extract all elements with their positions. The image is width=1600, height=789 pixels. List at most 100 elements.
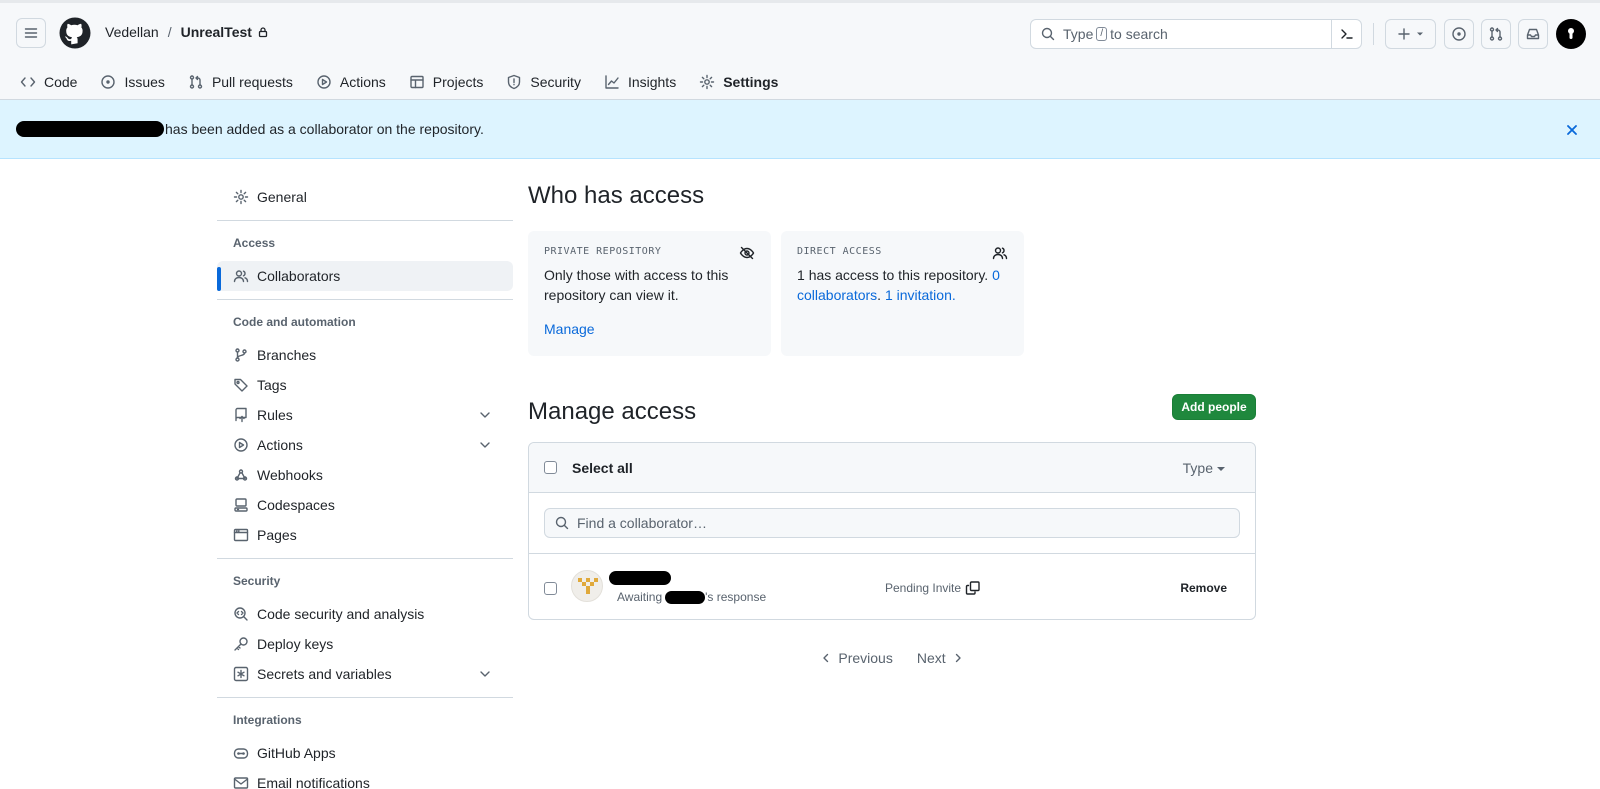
sidebar-item-label: Secrets and variables <box>257 666 392 682</box>
tab-label: Settings <box>723 74 779 90</box>
sidebar-item-branches[interactable]: Branches <box>217 340 513 370</box>
inbox-icon <box>1526 28 1540 40</box>
select-all-label[interactable]: Select all <box>572 460 633 476</box>
mail-icon <box>233 777 249 789</box>
tab-label: Issues <box>124 74 165 90</box>
sidebar-item-actions[interactable]: Actions <box>217 430 513 460</box>
chevron-right-icon <box>955 653 961 663</box>
table-icon <box>410 75 424 89</box>
find-collaborator-placeholder: Find a collaborator… <box>577 515 707 531</box>
redacted-username <box>16 121 164 137</box>
command-palette-button[interactable] <box>1331 20 1361 48</box>
issues-button[interactable] <box>1444 19 1474 49</box>
awaiting-label: Awaiting <box>617 590 663 604</box>
sidebar-heading-integrations: Integrations <box>233 713 302 727</box>
next-page-button[interactable]: Next <box>911 650 970 666</box>
avatar-figure-icon <box>1568 28 1574 39</box>
browser-icon <box>233 528 249 542</box>
user-avatar[interactable] <box>1556 19 1586 49</box>
sidebar-item-pages[interactable]: Pages <box>217 520 513 550</box>
search-icon <box>555 516 569 530</box>
collaborators-table: Select all Type Find a collaborator… Awa… <box>528 442 1256 620</box>
people-icon <box>992 247 1008 260</box>
add-people-button[interactable]: Add people <box>1172 394 1256 420</box>
tab-insights[interactable]: Insights <box>594 61 686 103</box>
sidebar-item-secrets[interactable]: Secrets and variables <box>217 659 513 689</box>
sidebar-item-label: Email notifications <box>257 775 370 789</box>
tab-code[interactable]: Code <box>10 61 87 103</box>
menu-button[interactable] <box>16 18 46 48</box>
chevron-down-icon[interactable] <box>477 407 493 423</box>
issue-opened-icon <box>1452 27 1466 41</box>
header-divider <box>1373 23 1374 45</box>
chevron-down-icon[interactable] <box>477 666 493 682</box>
invite-status-text: Awaiting 's response <box>617 590 766 604</box>
sidebar-item-webhooks[interactable]: Webhooks <box>217 460 513 490</box>
copy-icon[interactable] <box>965 580 981 596</box>
sidebar-item-label: Collaborators <box>257 268 341 284</box>
tab-actions[interactable]: Actions <box>306 61 396 103</box>
graph-icon <box>605 75 619 89</box>
triangle-down-icon <box>1416 32 1423 36</box>
tab-pull-requests[interactable]: Pull requests <box>178 61 303 103</box>
card-description: 1 has access to this repository. 0 colla… <box>797 265 1008 305</box>
asterisk-icon <box>233 666 249 682</box>
sidebar-item-collaborators[interactable]: Collaborators <box>217 261 513 291</box>
row-checkbox[interactable] <box>544 582 557 595</box>
table-row: Awaiting 's response Pending Invite Remo… <box>529 554 1255 619</box>
previous-label: Previous <box>838 650 893 666</box>
search-shortcut-key: / <box>1096 27 1108 41</box>
close-icon[interactable] <box>1564 122 1580 138</box>
repo-name-link[interactable]: UnrealTest <box>181 24 252 40</box>
invitations-count-link[interactable]: 1 invitation <box>885 287 952 303</box>
sidebar-item-codespaces[interactable]: Codespaces <box>217 490 513 520</box>
select-all-checkbox[interactable] <box>544 461 557 474</box>
github-logo-icon[interactable] <box>59 17 91 49</box>
find-collaborator-input[interactable]: Find a collaborator… <box>544 508 1240 538</box>
inbox-button[interactable] <box>1518 19 1548 49</box>
sidebar-item-label: Webhooks <box>257 467 323 483</box>
git-pull-request-icon <box>1489 27 1503 41</box>
tab-security[interactable]: Security <box>496 61 591 103</box>
collaborator-avatar[interactable] <box>571 570 603 602</box>
pull-request-icon <box>189 75 203 89</box>
previous-page-button[interactable]: Previous <box>814 650 898 666</box>
type-filter-dropdown[interactable]: Type <box>1183 460 1225 476</box>
breadcrumb-separator: / <box>167 24 172 40</box>
punct: . <box>951 287 956 303</box>
sidebar-item-code-security[interactable]: Code security and analysis <box>217 599 513 629</box>
gear-icon <box>233 189 249 205</box>
pull-requests-button[interactable] <box>1481 19 1511 49</box>
repo-push-icon <box>235 407 247 423</box>
sidebar-item-github-apps[interactable]: GitHub Apps <box>217 738 513 768</box>
redacted-collaborator-name <box>609 571 671 585</box>
chevron-down-icon[interactable] <box>477 437 493 453</box>
settings-main: Who has access PRIVATE REPOSITORY Only t… <box>528 182 1256 666</box>
tab-issues[interactable]: Issues <box>90 61 174 103</box>
sidebar-heading-code-automation: Code and automation <box>233 315 356 329</box>
sidebar-item-deploy-keys[interactable]: Deploy keys <box>217 629 513 659</box>
punct: . <box>877 287 882 303</box>
hamburger-icon <box>24 28 38 38</box>
manage-visibility-link[interactable]: Manage <box>544 321 595 337</box>
tab-projects[interactable]: Projects <box>399 61 494 103</box>
sidebar-item-label: GitHub Apps <box>257 745 336 761</box>
create-new-button[interactable] <box>1385 19 1436 49</box>
repo-nav-tabs: Code Issues Pull requests Actions Projec… <box>0 61 789 104</box>
search-input[interactable]: Type / to search <box>1030 19 1362 49</box>
remove-collaborator-button[interactable]: Remove <box>1180 581 1227 595</box>
sidebar-item-rules[interactable]: Rules <box>217 400 513 430</box>
git-branch-icon <box>235 348 247 362</box>
sidebar-item-tags[interactable]: Tags <box>217 370 513 400</box>
direct-access-count: 1 <box>797 267 805 283</box>
tab-settings[interactable]: Settings <box>689 61 789 104</box>
manage-access-title: Manage access <box>528 398 697 425</box>
sidebar-divider <box>217 220 513 221</box>
sidebar-divider <box>217 558 513 559</box>
sidebar-item-general[interactable]: General <box>217 182 513 212</box>
flash-notice: has been added as a collaborator on the … <box>0 100 1600 159</box>
pending-invite: Pending Invite <box>885 580 981 596</box>
sidebar-item-email-notifications[interactable]: Email notifications <box>217 768 513 789</box>
repo-owner-link[interactable]: Vedellan <box>105 24 159 40</box>
search-placeholder-after: to search <box>1110 26 1168 42</box>
